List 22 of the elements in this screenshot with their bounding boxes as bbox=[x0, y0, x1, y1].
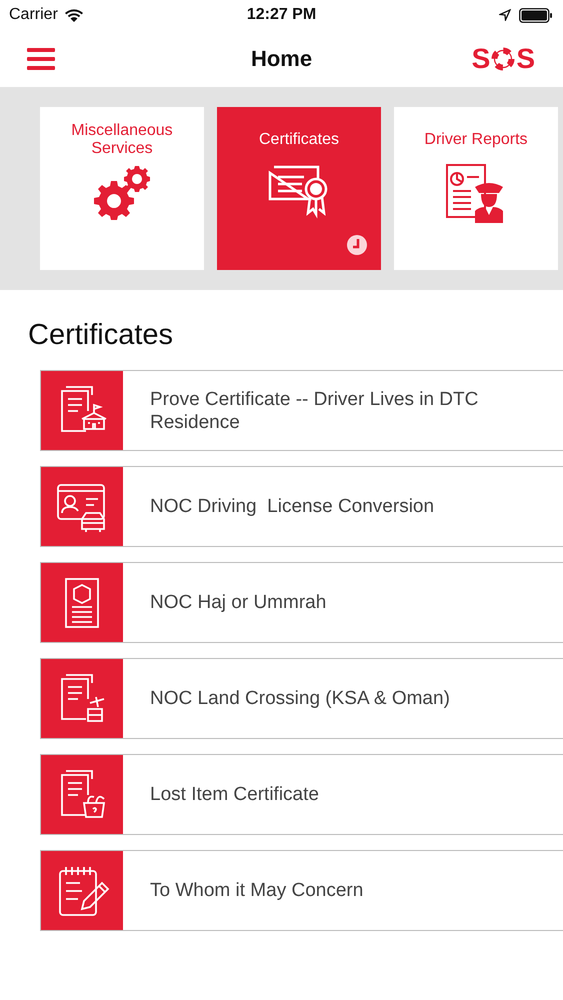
category-tile[interactable]: Certificates bbox=[217, 107, 381, 270]
logo-letter: S bbox=[472, 42, 490, 74]
wifi-icon bbox=[64, 8, 84, 22]
certificate-list-item[interactable]: Lost Item Certificate bbox=[40, 754, 563, 835]
carrier-name: Carrier bbox=[9, 6, 58, 24]
certificate-list-item[interactable]: NOC Land Crossing (KSA & Oman) bbox=[40, 658, 563, 739]
location-arrow-icon bbox=[499, 9, 511, 21]
category-tile[interactable]: Miscellaneous Services bbox=[40, 107, 204, 270]
certificate-list-item[interactable]: To Whom it May Concern bbox=[40, 850, 563, 931]
certificate-list-item[interactable]: Prove Certificate -- Driver Lives in DTC Residence bbox=[40, 370, 563, 451]
category-tile[interactable]: Driver Reports bbox=[394, 107, 558, 270]
menu-button[interactable] bbox=[27, 46, 55, 70]
section-heading: Certificates bbox=[28, 319, 174, 353]
page-title: Home bbox=[250, 46, 312, 72]
gears-icon bbox=[92, 163, 152, 221]
clock-badge-icon bbox=[347, 235, 367, 255]
lifebuoy-icon bbox=[491, 46, 516, 70]
battery-icon bbox=[519, 8, 553, 22]
certificate-list-item[interactable]: NOC Driving License Conversion bbox=[40, 466, 563, 547]
certificate-list-item[interactable]: NOC Haj or Ummrah bbox=[40, 562, 563, 643]
logo-letter: S bbox=[516, 42, 535, 74]
status-time: 12:27 PM bbox=[246, 6, 316, 24]
